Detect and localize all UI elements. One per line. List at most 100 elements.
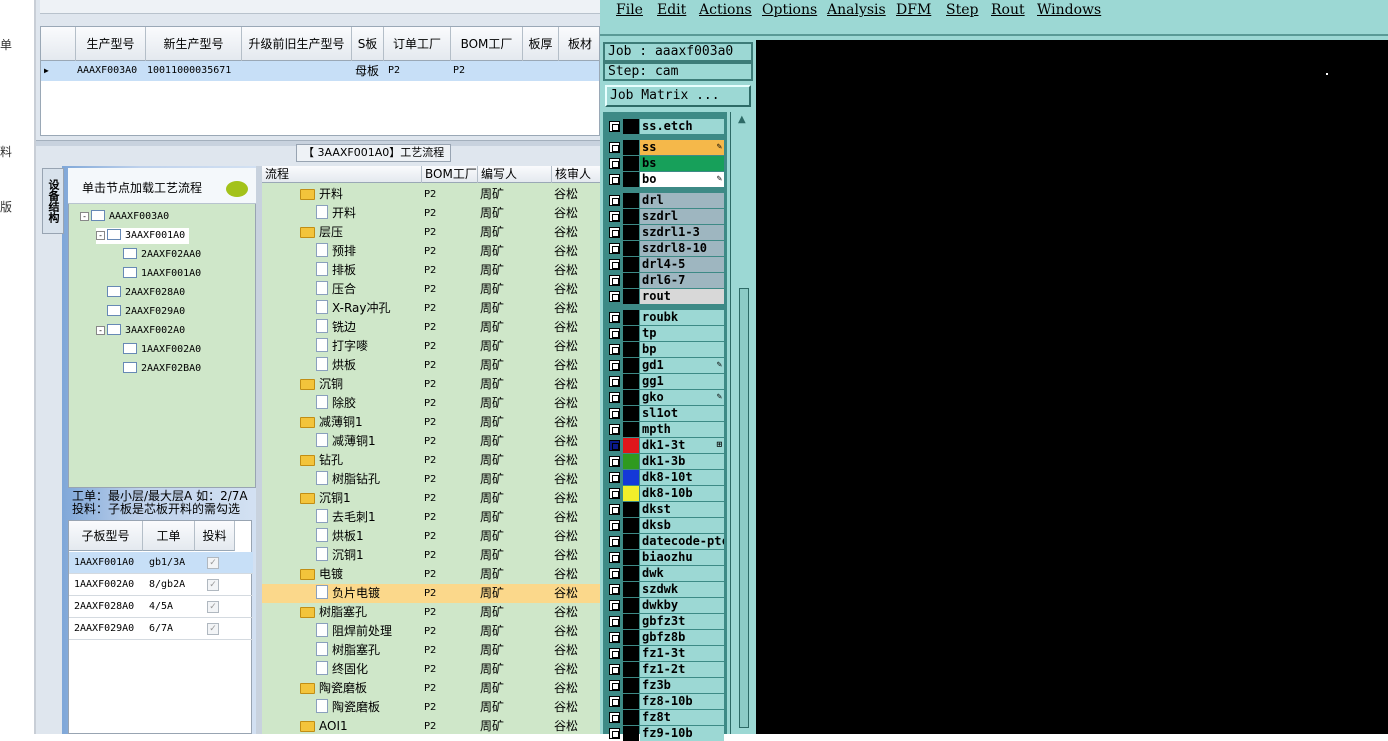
layer-name[interactable]: szdrl8-10	[640, 241, 724, 256]
layer-row[interactable]: dk8-10b	[606, 486, 724, 501]
layer-name[interactable]: datecode-ptc	[640, 534, 724, 549]
layer-checkbox[interactable]	[609, 712, 620, 723]
layer-name[interactable]: dksb	[640, 518, 724, 533]
layer-row[interactable]: rout	[606, 289, 724, 304]
layer-checkbox[interactable]	[609, 456, 620, 467]
flow-row[interactable]: 烘板 P2 周矿 谷松	[262, 356, 600, 375]
layer-color-swatch[interactable]	[623, 342, 639, 357]
layer-checkbox[interactable]	[609, 328, 620, 339]
col-header[interactable]: 订单工厂	[384, 27, 451, 61]
flow-row[interactable]: 负片电镀 P2 周矿 谷松	[262, 584, 600, 603]
job-matrix-button[interactable]: Job Matrix ...	[605, 85, 751, 107]
grid-corner[interactable]	[41, 27, 76, 61]
flow-row[interactable]: 树脂塞孔 P2 周矿 谷松	[262, 641, 600, 660]
layer-name[interactable]: dwkby	[640, 598, 724, 613]
layer-row[interactable]: gd1 ✎	[606, 358, 724, 373]
col-header[interactable]: 板厚	[523, 27, 559, 61]
expand-toggle-icon[interactable]: -	[96, 326, 105, 335]
layer-checkbox[interactable]	[609, 142, 620, 153]
flow-row[interactable]: 钻孔 P2 周矿 谷松	[262, 451, 600, 470]
layer-color-swatch[interactable]	[623, 257, 639, 272]
layer-name[interactable]: dk8-10b	[640, 486, 724, 501]
tree-node[interactable]: 1AAXF002A0	[112, 342, 201, 358]
layer-color-swatch[interactable]	[623, 390, 639, 405]
layer-row[interactable]: bs	[606, 156, 724, 171]
flow-row[interactable]: 电镀 P2 周矿 谷松	[262, 565, 600, 584]
layer-checkbox[interactable]	[609, 440, 620, 451]
layer-color-swatch[interactable]	[623, 598, 639, 613]
flow-row[interactable]: 开料 P2 周矿 谷松	[262, 185, 600, 204]
menu-actions[interactable]: Actions	[699, 2, 752, 18]
layer-checkbox[interactable]	[609, 584, 620, 595]
table-row[interactable]: 2AAXF029A0 6/7A ✓	[69, 618, 253, 640]
layer-checkbox[interactable]	[609, 291, 620, 302]
layer-checkbox[interactable]	[609, 392, 620, 403]
flow-title-tab[interactable]: 【 3AAXF001A0】工艺流程	[296, 144, 452, 162]
flow-row[interactable]: 铣边 P2 周矿 谷松	[262, 318, 600, 337]
flow-row[interactable]: 烘板1 P2 周矿 谷松	[262, 527, 600, 546]
expand-toggle-icon[interactable]: -	[80, 212, 89, 221]
expand-toggle-icon[interactable]: -	[96, 231, 105, 240]
layer-row[interactable]: dk1-3b	[606, 454, 724, 469]
layer-color-swatch[interactable]	[623, 694, 639, 709]
layer-color-swatch[interactable]	[623, 582, 639, 597]
menu-edit[interactable]: Edit	[657, 2, 686, 18]
layer-color-swatch[interactable]	[623, 614, 639, 629]
layer-name[interactable]: drl4-5	[640, 257, 724, 272]
flow-row[interactable]: 预排 P2 周矿 谷松	[262, 242, 600, 261]
layer-name[interactable]: szdrl	[640, 209, 724, 224]
flow-row[interactable]: 树脂钻孔 P2 周矿 谷松	[262, 470, 600, 489]
layer-row[interactable]: szdwk	[606, 582, 724, 597]
layer-color-swatch[interactable]	[623, 406, 639, 421]
flow-row[interactable]: 沉铜1 P2 周矿 谷松	[262, 489, 600, 508]
flow-row[interactable]: 树脂塞孔 P2 周矿 谷松	[262, 603, 600, 622]
layer-color-swatch[interactable]	[623, 289, 639, 304]
layer-row[interactable]: dwkby	[606, 598, 724, 613]
layer-row[interactable]: ss.etch	[606, 119, 724, 134]
layer-name[interactable]: gd1 ✎	[640, 358, 724, 373]
tree-node[interactable]: 1AAXF001A0	[112, 266, 201, 282]
menu-step[interactable]: Step	[946, 2, 978, 18]
layer-color-swatch[interactable]	[623, 678, 639, 693]
layer-color-swatch[interactable]	[623, 550, 639, 565]
layer-row[interactable]: szdrl1-3	[606, 225, 724, 240]
layer-name[interactable]: bo ✎	[640, 172, 724, 187]
layer-checkbox[interactable]	[609, 472, 620, 483]
layer-row[interactable]: fz1-3t	[606, 646, 724, 661]
layer-color-swatch[interactable]	[623, 156, 639, 171]
flow-row[interactable]: 减薄铜1 P2 周矿 谷松	[262, 432, 600, 451]
layer-row[interactable]: dk1-3t ⊞	[606, 438, 724, 453]
layer-checkbox[interactable]	[609, 664, 620, 675]
layer-color-swatch[interactable]	[623, 241, 639, 256]
flow-row[interactable]: 陶瓷磨板 P2 周矿 谷松	[262, 698, 600, 717]
layer-checkbox[interactable]	[609, 696, 620, 707]
menu-options[interactable]: Options	[762, 2, 817, 18]
layer-row[interactable]: szdrl8-10	[606, 241, 724, 256]
layer-checkbox[interactable]	[609, 616, 620, 627]
layer-name[interactable]: dwk	[640, 566, 724, 581]
layer-row[interactable]: roubk	[606, 310, 724, 325]
layer-color-swatch[interactable]	[623, 273, 639, 288]
layer-name[interactable]: ss.etch	[640, 119, 724, 134]
col-header[interactable]: 工单	[143, 521, 195, 551]
layer-name[interactable]: dkst	[640, 502, 724, 517]
table-row[interactable]: 1AAXF001A0 gb1/3A ✓	[69, 552, 253, 574]
layer-name[interactable]: szdrl1-3	[640, 225, 724, 240]
flow-row[interactable]: 去毛刺1 P2 周矿 谷松	[262, 508, 600, 527]
layer-checkbox[interactable]	[609, 552, 620, 563]
tree-node[interactable]: 2AAXF02BA0	[112, 361, 201, 377]
layer-checkbox[interactable]	[609, 195, 620, 206]
layer-color-swatch[interactable]	[623, 172, 639, 187]
layer-name[interactable]: bs	[640, 156, 724, 171]
flow-row[interactable]: 开料 P2 周矿 谷松	[262, 204, 600, 223]
layer-name[interactable]: rout	[640, 289, 724, 304]
layer-row[interactable]: ss ✎	[606, 140, 724, 155]
layer-checkbox[interactable]	[609, 344, 620, 355]
flow-row[interactable]: 打字嘜 P2 周矿 谷松	[262, 337, 600, 356]
layer-color-swatch[interactable]	[623, 326, 639, 341]
tree-node[interactable]: - 3AAXF001A0	[96, 228, 190, 244]
layer-name[interactable]: mpth	[640, 422, 724, 437]
layer-checkbox[interactable]	[609, 211, 620, 222]
layer-checkbox[interactable]	[609, 121, 620, 132]
layer-name[interactable]: dk8-10t	[640, 470, 724, 485]
